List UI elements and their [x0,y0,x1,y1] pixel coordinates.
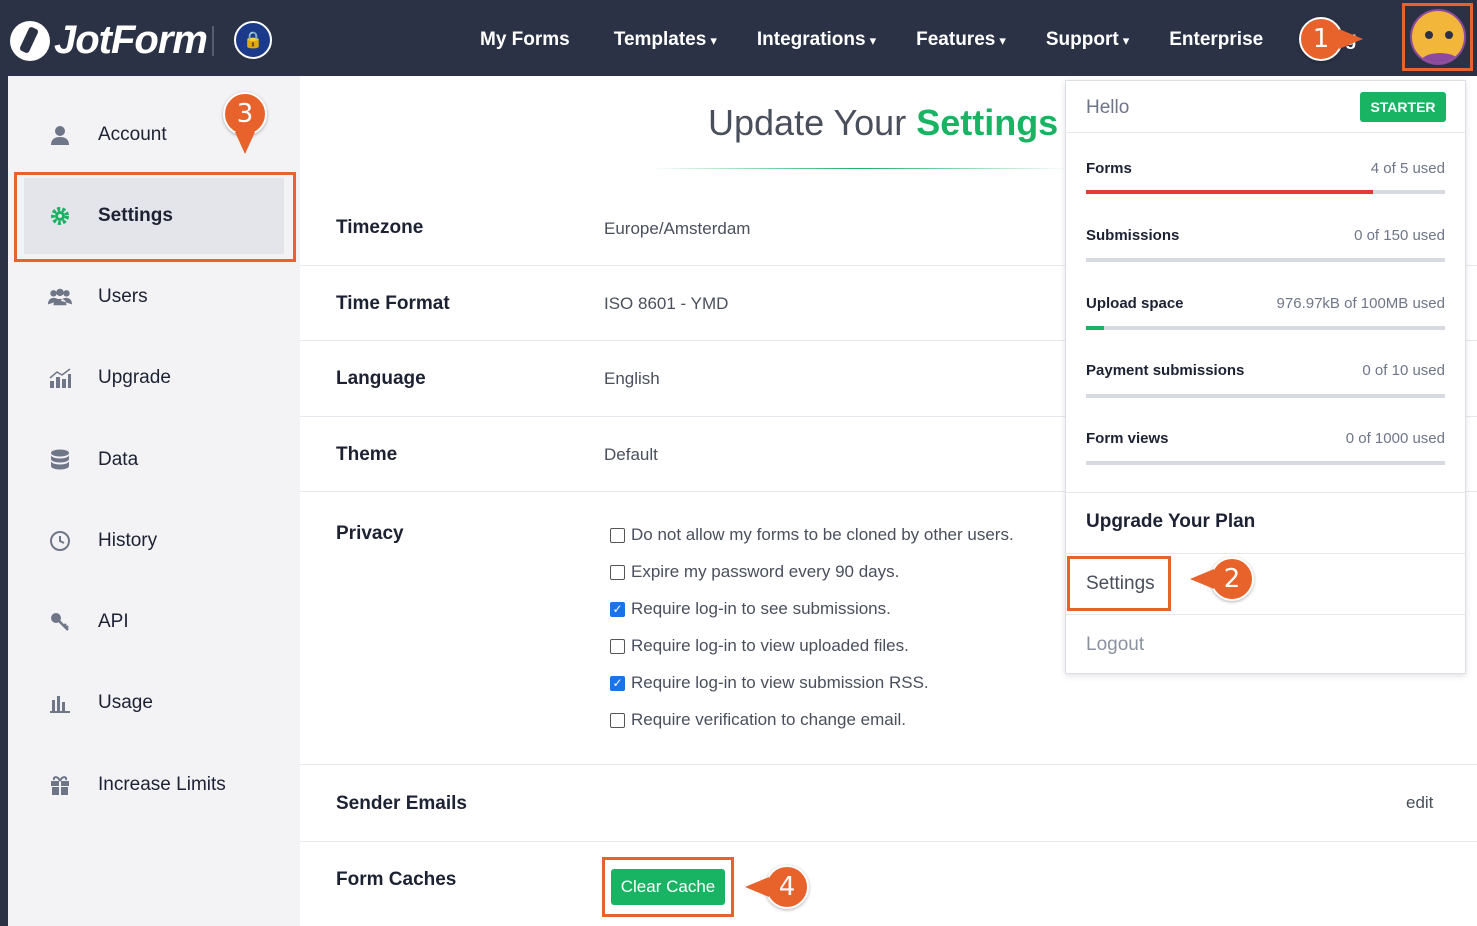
sidebar-item-increase-limits[interactable]: Increase Limits [8,755,300,815]
chevron-down-icon: ▾ [999,33,1006,48]
usage-form-views-value: 0 of 1000 used [1345,430,1445,447]
highlight-box-clear-cache [602,857,734,917]
nav-my-forms[interactable]: My Forms [480,29,574,51]
user-icon [48,123,72,147]
highlight-box-settings [14,172,296,262]
privacy-option[interactable]: Require verification to change email. [610,710,906,730]
checkbox[interactable] [610,712,625,728]
privacy-option[interactable]: Do not allow my forms to be cloned by ot… [610,525,1014,545]
usage-payment-bar [1086,394,1445,398]
callout-marker-2: 2 [1190,557,1254,601]
logo-divider [212,26,214,56]
logo-text: JotForm [54,18,208,62]
plan-badge: STARTER [1360,92,1446,122]
checkbox[interactable] [610,638,625,654]
row-form-caches: Form Caches [336,869,457,890]
usage-forms-bar [1086,190,1445,194]
usage-payment-value: 0 of 10 used [1362,362,1445,379]
edit-sender-emails-link[interactable]: edit [1406,793,1433,813]
nav-integrations[interactable]: Integrations ▾ [757,29,876,51]
privacy-option[interactable]: ✓ Require log-in to view submission RSS. [610,673,929,693]
divider [1066,614,1465,615]
upgrade-plan-link[interactable]: Upgrade Your Plan [1086,511,1255,533]
sidebar-item-history[interactable]: History [8,511,300,571]
usage-submissions-value: 0 of 150 used [1354,227,1445,244]
privacy-option[interactable]: Require log-in to view uploaded files. [610,636,909,656]
callout-marker-4: 4 [745,865,809,909]
nav-support[interactable]: Support ▾ [1046,29,1129,51]
usage-forms-value: 4 of 5 used [1370,160,1445,177]
title-underline [650,168,1070,169]
row-sender-emails: Sender Emails edit [300,765,1477,842]
usage-form-views-bar [1086,461,1445,465]
divider [1066,132,1465,133]
key-icon [48,610,72,634]
nav-enterprise[interactable]: Enterprise [1169,29,1267,51]
highlight-box-dropdown-settings [1067,556,1171,611]
top-navbar: JotForm 🔒 My Forms Templates ▾ Integratio… [0,0,1477,76]
checkbox[interactable] [610,527,625,543]
usage-submissions-label: Submissions [1086,227,1180,244]
checkbox-checked[interactable]: ✓ [610,601,625,617]
callout-marker-1: 1 [1299,17,1363,61]
privacy-option[interactable]: Expire my password every 90 days. [610,562,899,582]
sidebar-item-api[interactable]: API [8,592,300,652]
avatar [1409,9,1466,65]
chevron-down-icon: ▾ [869,33,877,48]
privacy-option[interactable]: ✓ Require log-in to see submissions. [610,599,891,619]
usage-upload-space-fill [1086,326,1104,330]
page-title: Update Your Settings [708,102,1059,143]
upgrade-chart-icon [48,366,72,390]
users-icon [48,285,72,309]
avatar-button[interactable] [1402,3,1473,71]
divider [1066,492,1465,493]
main-nav: My Forms Templates ▾ Integrations ▾ Featur… [480,29,1307,51]
greeting: Hello [1086,97,1130,118]
eu-lock-icon: 🔒 [234,21,272,59]
sidebar-item-users[interactable]: Users [8,267,300,327]
jotform-logo[interactable]: JotForm [10,18,208,63]
nav-templates[interactable]: Templates ▾ [614,29,717,51]
nav-features[interactable]: Features ▾ [916,29,1006,51]
usage-form-views-label: Form views [1086,430,1169,447]
usage-upload-space-bar [1086,326,1445,330]
gift-icon [48,773,72,797]
usage-upload-space-value: 976.97kB of 100MB used [1276,295,1445,312]
logout-link[interactable]: Logout [1086,634,1144,656]
chevron-down-icon: ▾ [1122,33,1130,48]
sidebar-item-data[interactable]: Data [8,430,300,490]
usage-forms-fill [1086,190,1374,194]
usage-forms-label: Forms [1086,160,1132,177]
history-icon [48,529,72,553]
usage-upload-space-label: Upload space [1086,295,1184,312]
database-icon [48,448,72,472]
usage-submissions-bar [1086,258,1445,262]
callout-marker-3: 3 [223,92,267,154]
bar-chart-icon [48,691,72,715]
chevron-down-icon: ▾ [710,33,717,48]
jotform-logo-mark-icon [10,20,50,61]
divider [1066,553,1465,554]
checkbox[interactable] [610,564,625,580]
sidebar-item-upgrade[interactable]: Upgrade [8,348,300,408]
usage-payment-label: Payment submissions [1086,362,1245,379]
sidebar-item-usage[interactable]: Usage [8,673,300,733]
checkbox-checked[interactable]: ✓ [610,675,625,691]
